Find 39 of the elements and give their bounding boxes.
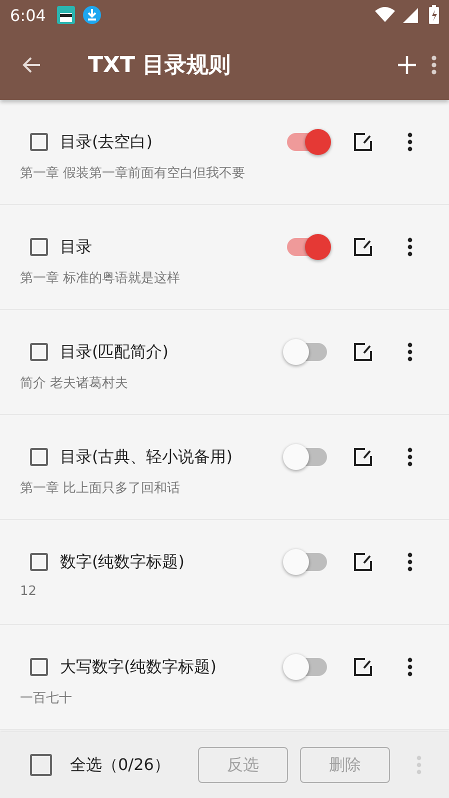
app-icon (56, 5, 76, 25)
more-menu-icon[interactable] (431, 53, 437, 77)
toolbar-title: TXT 目录规则 (88, 52, 231, 80)
checkbox[interactable] (30, 133, 48, 151)
rule-example: 简介 老夫诸葛村夫 (20, 375, 130, 392)
edit-icon[interactable] (353, 237, 373, 257)
rule-name: 目录 (60, 236, 92, 258)
more-icon[interactable] (407, 657, 413, 677)
rule-example: 第一章 标准的粤语就是这样 (20, 270, 182, 287)
battery-charging-icon (429, 5, 439, 25)
checkbox[interactable] (30, 343, 48, 361)
edit-icon[interactable] (353, 552, 373, 572)
rule-name: 大写数字(纯数字标题) (60, 656, 216, 678)
rule-name: 数字(纯数字标题) (60, 552, 184, 572)
checkbox[interactable] (30, 238, 48, 256)
rule-example: 一百七十 (20, 690, 73, 707)
download-icon (82, 5, 102, 25)
select-all-checkbox[interactable] (30, 754, 52, 776)
more-icon[interactable] (407, 447, 413, 467)
select-all-label: 全选（0/26） (70, 754, 171, 776)
edit-icon[interactable] (353, 447, 373, 467)
checkbox[interactable] (30, 448, 48, 466)
rule-example: 第一章 比上面只多了回和话 (20, 480, 182, 497)
more-icon[interactable] (407, 552, 413, 572)
more-icon[interactable] (407, 342, 413, 362)
status-time: 6:04 (10, 6, 46, 24)
rule-example: 12 (20, 584, 38, 599)
edit-icon[interactable] (353, 657, 373, 677)
more-icon[interactable] (407, 132, 413, 152)
rule-name: 目录(古典、轻小说备用) (60, 446, 232, 468)
edit-icon[interactable] (353, 342, 373, 362)
rule-name: 目录(匹配简介) (60, 342, 168, 362)
edit-icon[interactable] (353, 132, 373, 152)
rule-name: 目录(去空白) (60, 132, 152, 152)
checkbox[interactable] (30, 658, 48, 676)
rule-example: 第一章 假装第一章前面有空白但我不要 (20, 165, 246, 182)
add-icon[interactable] (395, 53, 419, 77)
more-icon[interactable] (407, 237, 413, 257)
checkbox[interactable] (30, 553, 48, 571)
